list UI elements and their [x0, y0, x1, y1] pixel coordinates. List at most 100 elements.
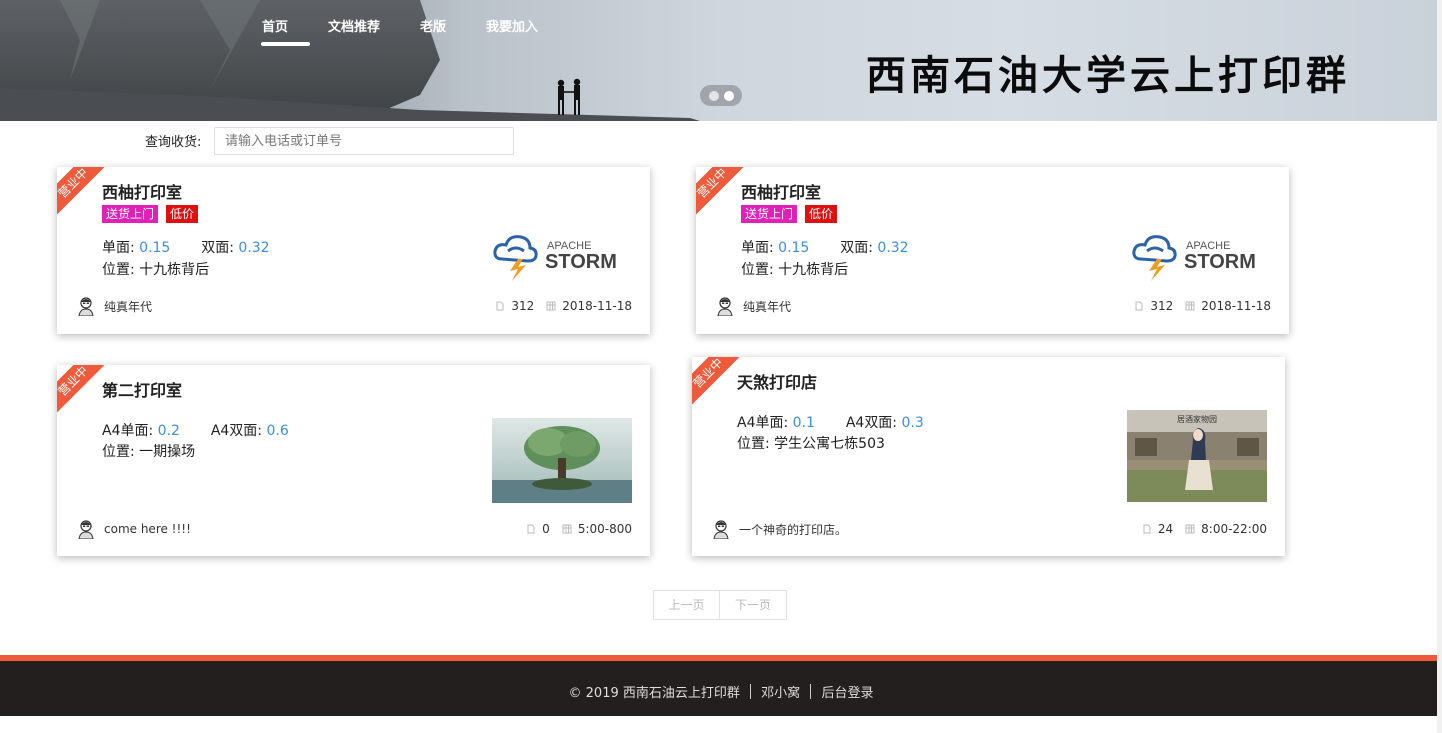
double-side-price: 0.6 — [266, 423, 289, 439]
document-icon — [527, 524, 535, 534]
double-side-price: 0.32 — [877, 240, 909, 256]
svg-text:居酒家物园: 居酒家物园 — [1177, 414, 1217, 424]
calendar-icon — [562, 524, 572, 534]
card-footer: come here !!!! 0 5:00-800 — [77, 518, 632, 540]
single-side-price: 0.15 — [139, 240, 171, 256]
location-value: 十九栋背后 — [139, 262, 210, 278]
business-hours: 8:00-22:00 — [1201, 522, 1267, 536]
storm-cloud-icon: APACHE STORM — [493, 235, 617, 281]
page-scrollbar[interactable] — [1437, 0, 1442, 733]
single-side-price: 0.2 — [157, 423, 180, 439]
tag-list: 送货上门 低价 — [741, 205, 838, 223]
single-side-price: 0.15 — [778, 240, 810, 256]
apache-storm-logo: APACHE STORM — [492, 229, 632, 284]
price-line: 单面: 0.15 双面: 0.32 — [102, 237, 270, 257]
avatar — [78, 520, 94, 539]
price-line: 单面: 0.15 双面: 0.32 — [741, 237, 909, 257]
next-page-button[interactable]: 下一页 — [720, 590, 787, 620]
double-side-label: 双面: — [201, 240, 234, 256]
calendar-icon — [1185, 301, 1195, 311]
carousel-dot-2[interactable] — [723, 90, 734, 101]
shop-title[interactable]: 西柚打印室 — [102, 179, 182, 203]
price-line: A4单面: 0.2 A4双面: 0.6 — [102, 420, 289, 440]
nav-item-home[interactable]: 首页 — [260, 0, 311, 46]
double-side-label: A4双面: — [210, 423, 263, 439]
owner-name: 一个神奇的打印店。 — [739, 522, 848, 537]
main-nav: 首页 文档推荐 老版 我要加入 — [260, 0, 578, 46]
document-icon — [496, 301, 504, 311]
author-link[interactable]: 邓小窝 — [761, 686, 800, 701]
shop-card[interactable]: 营业中 第二打印室 A4单面: 0.2 A4双面: 0.6 位置: 一期操场 c — [57, 365, 650, 556]
shop-title[interactable]: 第二打印室 — [102, 377, 182, 401]
tag-delivery: 送货上门 — [102, 205, 159, 223]
card-footer: 纯真年代 312 2018-11-18 — [77, 295, 632, 317]
svg-text:STORM: STORM — [545, 251, 617, 273]
double-side-price: 0.3 — [901, 415, 924, 431]
shop-card[interactable]: 营业中 西柚打印室 送货上门 低价 单面: 0.15 双面: 0.32 位置: … — [57, 167, 650, 334]
tag-cheap: 低价 — [166, 205, 199, 223]
document-icon — [1143, 524, 1151, 534]
owner-name: 纯真年代 — [743, 299, 792, 314]
location-value: 十九栋背后 — [778, 262, 849, 278]
location-label: 位置: — [102, 444, 135, 460]
nav-item-join[interactable]: 我要加入 — [486, 0, 538, 46]
location-label: 位置: — [741, 262, 774, 278]
divider — [750, 684, 752, 699]
header-banner: 首页 文档推荐 老版 我要加入 西南石油大学云上打印群 — [0, 0, 1442, 121]
location-line: 位置: 十九栋背后 — [741, 259, 848, 279]
divider — [810, 684, 812, 699]
carousel-indicator — [700, 85, 742, 106]
calendar-icon — [546, 301, 556, 311]
tree-island-image — [492, 418, 632, 503]
card-footer: 一个神奇的打印店。 24 8:00-22:00 — [712, 518, 1267, 540]
shop-thumbnail-girl[interactable]: 居酒家物园 — [1127, 410, 1267, 502]
avatar — [78, 297, 94, 316]
double-side-label: 双面: — [840, 240, 873, 256]
nav-item-docs[interactable]: 文档推荐 — [328, 0, 380, 46]
search-label: 查询收货: — [145, 135, 202, 150]
tag-list: 送货上门 低价 — [102, 205, 199, 223]
price-line: A4单面: 0.1 A4双面: 0.3 — [737, 412, 924, 432]
search-input[interactable] — [214, 127, 514, 155]
location-label: 位置: — [102, 262, 135, 278]
avatar — [717, 297, 733, 316]
single-side-label: 单面: — [741, 240, 774, 256]
single-side-label: A4单面: — [737, 415, 789, 431]
location-value: 学生公寓七栋503 — [774, 436, 885, 452]
avatar — [713, 520, 729, 539]
nav-item-old-version[interactable]: 老版 — [420, 0, 446, 46]
owner-name: come here !!!! — [104, 522, 191, 536]
single-side-price: 0.1 — [792, 415, 815, 431]
anime-girl-image: 居酒家物园 — [1127, 410, 1267, 502]
post-date: 2018-11-18 — [562, 299, 632, 313]
owner-name: 纯真年代 — [104, 299, 153, 314]
carousel-dot-1[interactable] — [708, 90, 719, 101]
location-label: 位置: — [737, 436, 770, 452]
location-line: 位置: 十九栋背后 — [102, 259, 209, 279]
footer-links: © 2019 西南石油云上打印群 邓小窝 后台登录 — [0, 682, 1442, 701]
apache-storm-logo: APACHE STORM — [1131, 229, 1271, 284]
document-icon — [1135, 301, 1143, 311]
location-line: 位置: 学生公寓七栋503 — [737, 433, 885, 453]
calendar-icon — [1185, 524, 1195, 534]
location-value: 一期操场 — [139, 444, 196, 460]
print-count: 312 — [511, 299, 535, 313]
print-count: 0 — [542, 522, 550, 536]
shop-card[interactable]: 营业中 西柚打印室 送货上门 低价 单面: 0.15 双面: 0.32 位置: … — [696, 167, 1289, 334]
shop-title[interactable]: 西柚打印室 — [741, 179, 821, 203]
copyright-text: © 2019 西南石油云上打印群 — [568, 686, 740, 701]
admin-login-link[interactable]: 后台登录 — [821, 686, 873, 701]
prev-page-button[interactable]: 上一页 — [653, 590, 720, 620]
card-footer: 纯真年代 312 2018-11-18 — [716, 295, 1271, 317]
post-date: 2018-11-18 — [1201, 299, 1271, 313]
tag-delivery: 送货上门 — [741, 205, 798, 223]
tag-cheap: 低价 — [805, 205, 838, 223]
storm-cloud-icon: APACHE STORM — [1132, 235, 1256, 281]
banner-title: 西南石油大学云上打印群 — [866, 52, 1350, 99]
svg-text:STORM: STORM — [1184, 251, 1256, 273]
print-count: 24 — [1157, 522, 1174, 536]
shop-thumbnail-tree[interactable] — [492, 418, 632, 503]
shop-title[interactable]: 天煞打印店 — [737, 369, 817, 393]
shop-card[interactable]: 营业中 天煞打印店 A4单面: 0.1 A4双面: 0.3 位置: 学生公寓七栋… — [692, 357, 1285, 556]
location-line: 位置: 一期操场 — [102, 441, 195, 461]
